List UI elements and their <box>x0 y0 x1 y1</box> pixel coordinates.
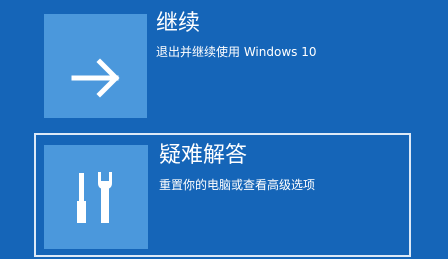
arrow-right-icon <box>71 58 120 98</box>
continue-title: 继续 <box>156 11 201 36</box>
troubleshoot-description: 重置你的电脑或查看高级选项 <box>159 178 316 192</box>
screwdriver-icon <box>77 173 86 223</box>
troubleshoot-option[interactable]: 疑难解答 重置你的电脑或查看高级选项 <box>34 133 411 257</box>
tools-icon <box>77 172 112 223</box>
continue-option[interactable]: 继续 退出并继续使用 Windows 10 <box>44 2 404 118</box>
troubleshoot-tile[interactable] <box>44 145 148 249</box>
troubleshoot-title: 疑难解答 <box>159 143 248 168</box>
continue-description: 退出并继续使用 Windows 10 <box>156 45 317 59</box>
continue-tile[interactable] <box>44 14 147 118</box>
wrench-icon <box>98 172 112 223</box>
